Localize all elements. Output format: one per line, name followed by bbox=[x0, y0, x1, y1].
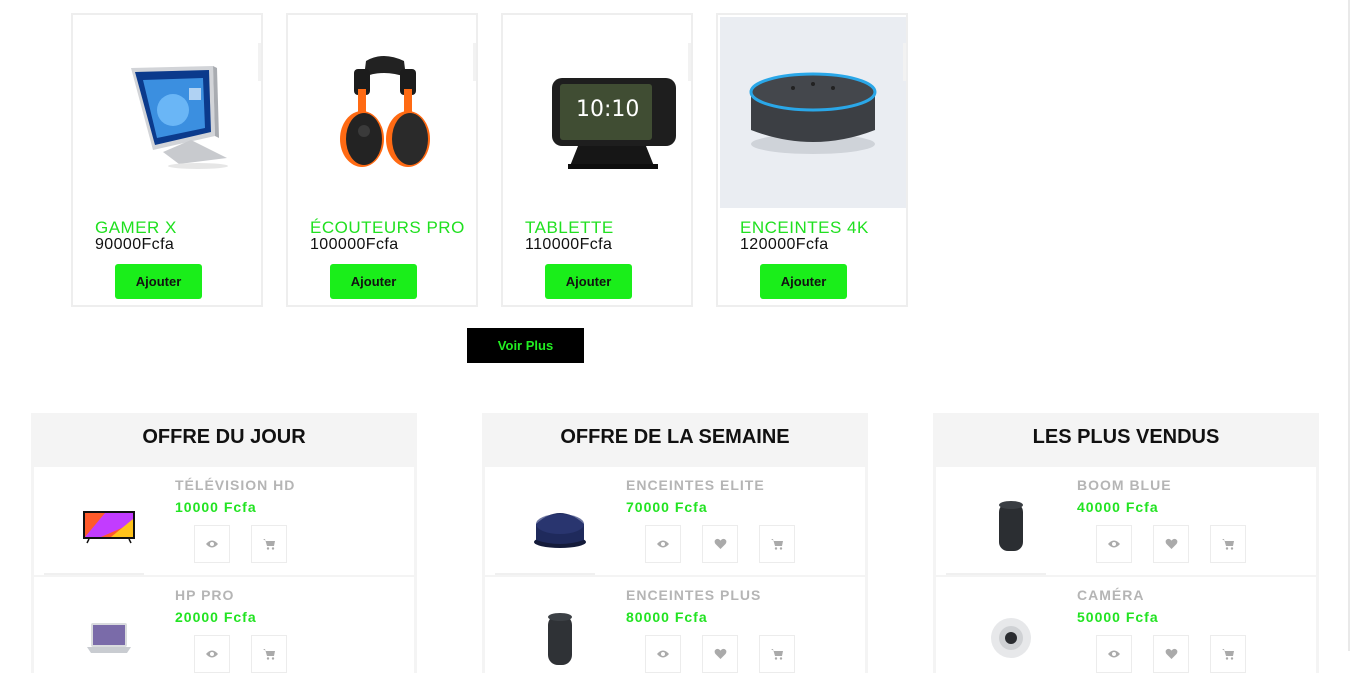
product-price: 110000Fcfa bbox=[525, 236, 613, 253]
product-name: ÉCOUTEURS PRO bbox=[310, 218, 465, 237]
offer-item-price: 80000 Fcfa bbox=[626, 609, 708, 625]
heart-icon[interactable] bbox=[702, 635, 738, 673]
product-card: GAMER X 90000Fcfa Ajouter bbox=[71, 13, 263, 307]
eye-icon[interactable] bbox=[1096, 635, 1132, 673]
item-separator bbox=[946, 573, 1046, 575]
offer-item: CAMÉRA 50000 Fcfa bbox=[936, 577, 1316, 685]
offer-item: ENCEINTES ELITE 70000 Fcfa bbox=[485, 467, 865, 575]
offer-panel-title: LES PLUS VENDUS bbox=[1032, 426, 1220, 448]
offer-panel: OFFRE DE LA SEMAINE ENCEINTES ELITE 7000… bbox=[482, 413, 868, 685]
card-edge-tab bbox=[688, 43, 691, 81]
item-separator bbox=[44, 573, 144, 575]
card-edge-tab bbox=[473, 43, 476, 81]
card-edge-tab bbox=[258, 43, 261, 81]
offer-item-name: CAMÉRA bbox=[1077, 587, 1145, 603]
cart-icon[interactable] bbox=[759, 525, 795, 563]
offer-item: ENCEINTES PLUS 80000 Fcfa bbox=[485, 577, 865, 685]
product-name: TABLETTE bbox=[525, 218, 614, 237]
product-price: 120000Fcfa bbox=[740, 236, 829, 253]
heart-icon[interactable] bbox=[702, 525, 738, 563]
eye-icon[interactable] bbox=[1096, 525, 1132, 563]
cart-icon[interactable] bbox=[1210, 635, 1246, 673]
product-card: ENCEINTES 4K 120000Fcfa Ajouter bbox=[716, 13, 908, 307]
product-name: ENCEINTES 4K bbox=[740, 218, 869, 237]
offer-item-name: HP PRO bbox=[175, 587, 235, 603]
offer-item-name: TÉLÉVISION HD bbox=[175, 477, 296, 493]
offer-panel-title: OFFRE DU JOUR bbox=[142, 426, 306, 448]
eye-icon[interactable] bbox=[645, 635, 681, 673]
offer-item-price: 10000 Fcfa bbox=[175, 499, 257, 515]
smart-display-image[interactable]: 10:10 bbox=[505, 17, 691, 208]
display-time: 10:10 bbox=[576, 97, 639, 122]
wireless-charger-image[interactable] bbox=[505, 477, 615, 577]
heart-icon[interactable] bbox=[1153, 635, 1189, 673]
cylinder-speaker-image[interactable] bbox=[956, 477, 1066, 577]
offer-panel-title: OFFRE DE LA SEMAINE bbox=[560, 426, 790, 448]
offer-panel: OFFRE DU JOUR TÉLÉVISION HD 10000 Fcfa H… bbox=[31, 413, 417, 685]
offer-item-name: ENCEINTES ELITE bbox=[626, 477, 765, 493]
cart-icon[interactable] bbox=[1210, 525, 1246, 563]
offer-item: BOOM BLUE 40000 Fcfa bbox=[936, 467, 1316, 575]
offer-item-name: ENCEINTES PLUS bbox=[626, 587, 762, 603]
offer-panel: LES PLUS VENDUS BOOM BLUE 40000 Fcfa CAM… bbox=[933, 413, 1319, 685]
offer-item-name: BOOM BLUE bbox=[1077, 477, 1172, 493]
laptop-image[interactable] bbox=[54, 587, 164, 687]
eye-icon[interactable] bbox=[194, 525, 230, 563]
product-name: GAMER X bbox=[95, 218, 177, 237]
offer-item: HP PRO 20000 Fcfa bbox=[34, 577, 414, 685]
cart-icon[interactable] bbox=[759, 635, 795, 673]
product-price: 90000Fcfa bbox=[95, 236, 175, 253]
cart-icon[interactable] bbox=[251, 635, 287, 673]
add-to-cart-button[interactable]: Ajouter bbox=[115, 264, 202, 299]
voir-plus-button[interactable]: Voir Plus bbox=[467, 328, 584, 363]
add-to-cart-button[interactable]: Ajouter bbox=[330, 264, 417, 299]
offer-item-price: 50000 Fcfa bbox=[1077, 609, 1159, 625]
offer-item-price: 20000 Fcfa bbox=[175, 609, 257, 625]
smart-speaker-image[interactable] bbox=[720, 17, 906, 208]
cylinder-speaker-image[interactable] bbox=[505, 587, 615, 687]
offer-item: TÉLÉVISION HD 10000 Fcfa bbox=[34, 467, 414, 575]
add-to-cart-button[interactable]: Ajouter bbox=[760, 264, 847, 299]
cart-icon[interactable] bbox=[251, 525, 287, 563]
item-separator bbox=[495, 573, 595, 575]
eye-icon[interactable] bbox=[194, 635, 230, 673]
eye-icon[interactable] bbox=[645, 525, 681, 563]
add-to-cart-button[interactable]: Ajouter bbox=[545, 264, 632, 299]
tv-image[interactable] bbox=[54, 477, 164, 577]
product-card: 10:10 TABLETTE 110000Fcfa Ajouter bbox=[501, 13, 693, 307]
offer-item-price: 70000 Fcfa bbox=[626, 499, 708, 515]
product-card: ÉCOUTEURS PRO 100000Fcfa Ajouter bbox=[286, 13, 478, 307]
offer-item-price: 40000 Fcfa bbox=[1077, 499, 1159, 515]
ear-defenders-image[interactable] bbox=[290, 17, 476, 208]
security-camera-image[interactable] bbox=[956, 587, 1066, 687]
card-edge-tab bbox=[903, 43, 906, 81]
product-price: 100000Fcfa bbox=[310, 236, 399, 253]
heart-icon[interactable] bbox=[1153, 525, 1189, 563]
tablet-laptop-image[interactable] bbox=[75, 17, 261, 208]
